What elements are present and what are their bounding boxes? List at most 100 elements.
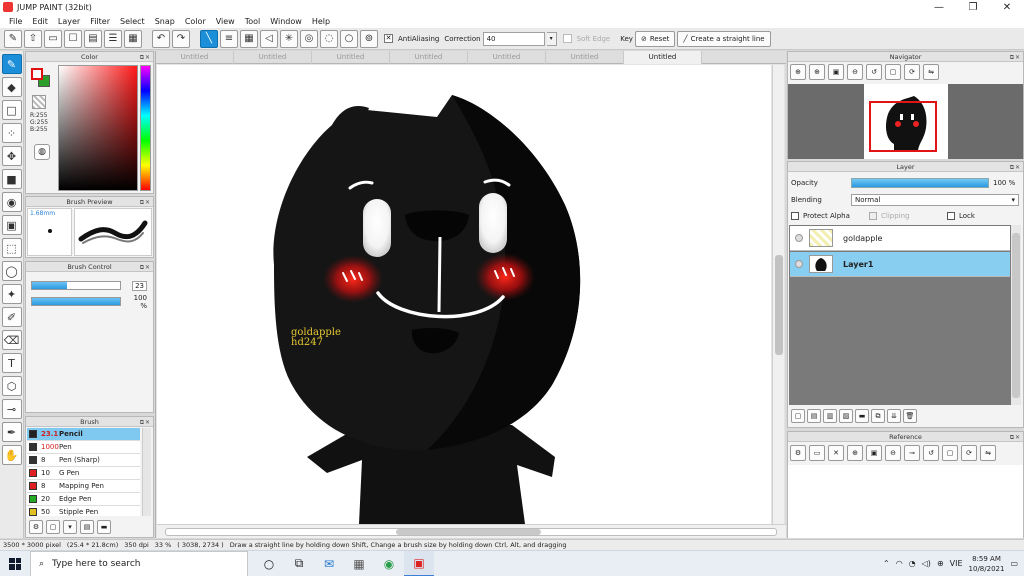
tab-untitled-5[interactable]: Untitled	[468, 51, 546, 64]
antialiasing-checkbox[interactable]: ✕	[384, 34, 393, 43]
reference-flip-icon[interactable]: ⇋	[980, 445, 996, 461]
language-indicator[interactable]: VIE	[950, 559, 963, 568]
menu-select[interactable]: Select	[115, 17, 150, 26]
tab-untitled-2[interactable]: Untitled	[234, 51, 312, 64]
select-pen-tool-icon[interactable]: ✐	[1, 307, 22, 327]
parallel-snap-icon[interactable]: ≡	[220, 29, 238, 48]
tab-untitled-4[interactable]: Untitled	[390, 51, 468, 64]
message-icon[interactable]: ☐	[64, 29, 82, 48]
chrome-icon[interactable]: ◉	[374, 551, 404, 576]
new-brush-icon[interactable]: ▢	[46, 520, 60, 534]
reset-button[interactable]: ⊘ Reset	[634, 30, 676, 47]
brush-list-scrollbar[interactable]	[142, 428, 151, 516]
palette-icon[interactable]: ◍	[34, 144, 50, 160]
brush-item[interactable]: 1000 Pen	[27, 441, 140, 454]
menu-snap[interactable]: Snap	[150, 17, 180, 26]
close-reference-icon[interactable]: ✕	[828, 445, 844, 461]
grid-snap-icon[interactable]: ▦	[240, 29, 258, 48]
chevron-down-icon[interactable]: ▾	[546, 31, 557, 46]
undo-icon[interactable]: ↶	[152, 29, 170, 48]
eraser-tool-icon[interactable]: ◆	[1, 77, 22, 97]
visibility-icon[interactable]	[795, 260, 803, 268]
protect-alpha-checkbox[interactable]	[791, 212, 799, 220]
flip-icon[interactable]: ⇋	[923, 64, 939, 80]
fit-view-icon[interactable]: ▣	[828, 64, 844, 80]
copy-brush-icon[interactable]: ▤	[80, 520, 94, 534]
ime-icon[interactable]: ⊕	[937, 559, 944, 568]
merge-layer-icon[interactable]: ⇊	[887, 409, 901, 423]
menu-layer[interactable]: Layer	[53, 17, 85, 26]
brush-size-slider[interactable]	[31, 281, 121, 290]
brush-folder-icon[interactable]: ▬	[97, 520, 111, 534]
brush-item[interactable]: 8 Mapping Pen	[27, 480, 140, 493]
menu-file[interactable]: File	[4, 17, 27, 26]
select-rect-tool-icon[interactable]: ⬚	[1, 238, 22, 258]
menu-view[interactable]: View	[211, 17, 240, 26]
open-file-icon[interactable]: ⇧	[24, 29, 42, 48]
transparent-swatch[interactable]	[32, 95, 46, 109]
document-icon[interactable]: ▤	[84, 29, 102, 48]
panel-controls-icon[interactable]: ⧉✕	[1010, 53, 1021, 63]
saturation-value-picker[interactable]	[58, 65, 138, 191]
horizontal-scroll-thumb[interactable]	[396, 529, 541, 535]
new-layer-icon[interactable]: ▢	[791, 409, 805, 423]
brush-menu-icon[interactable]: ▾	[63, 520, 77, 534]
create-straight-line-button[interactable]: ╱ Create a straight line	[677, 30, 771, 47]
layer-item-selected[interactable]: Layer1	[790, 252, 1010, 277]
panel-controls-icon[interactable]: ⧉✕	[140, 53, 151, 63]
reference-view[interactable]	[788, 465, 1023, 538]
circle-snap-icon[interactable]: ○	[340, 29, 358, 48]
divide-tool-icon[interactable]: ⬡	[1, 376, 22, 396]
delete-layer-icon[interactable]: 🗑	[903, 409, 917, 423]
curve-snap-icon[interactable]: ◌	[320, 29, 338, 48]
network-icon[interactable]: ◠	[896, 559, 903, 568]
menu-color[interactable]: Color	[180, 17, 211, 26]
panel-controls-icon[interactable]: ⧉✕	[1010, 433, 1021, 443]
rotate-left-icon[interactable]: ↺	[866, 64, 882, 80]
duplicate-layer-icon[interactable]: ⧉	[871, 409, 885, 423]
wifi-icon[interactable]: ◔	[909, 559, 916, 568]
snap-off-icon[interactable]: ╲	[200, 29, 218, 48]
canvas-vertical-scrollbar[interactable]	[772, 65, 784, 524]
layer-list-scrollbar[interactable]	[1011, 225, 1021, 405]
drawing-canvas[interactable]: goldapple hd247	[157, 65, 771, 524]
brush-item[interactable]: 23.1 Pencil	[27, 428, 140, 441]
reference-rotate-icon[interactable]: ↺	[923, 445, 939, 461]
reference-actual-size-icon[interactable]: ▢	[942, 445, 958, 461]
taskbar-search[interactable]: ⌕ Type here to search	[30, 550, 248, 576]
tab-untitled-3[interactable]: Untitled	[312, 51, 390, 64]
volume-icon[interactable]: ◁)	[922, 559, 931, 568]
reference-zoom-out-icon[interactable]: ⊖	[885, 445, 901, 461]
comment-icon[interactable]: ▭	[44, 29, 62, 48]
move-tool-icon[interactable]: ✥	[1, 146, 22, 166]
panel-controls-icon[interactable]: ⧉✕	[140, 263, 151, 273]
reference-settings-icon[interactable]: ⚙	[790, 445, 806, 461]
soft-edge-checkbox[interactable]	[562, 34, 572, 43]
layer-opacity-slider[interactable]	[851, 178, 989, 188]
store-icon[interactable]: ▦	[344, 551, 374, 576]
tab-untitled-1[interactable]: Untitled	[156, 51, 234, 64]
maximize-button[interactable]: ❐	[956, 2, 990, 13]
visibility-icon[interactable]	[795, 234, 803, 242]
layer-scroll-thumb[interactable]	[1012, 233, 1020, 398]
navigator-view[interactable]	[788, 84, 1023, 159]
brush-tool-icon[interactable]: ✎	[1, 54, 22, 74]
hue-slider[interactable]	[140, 65, 151, 191]
task-view-icon[interactable]: ⧉	[284, 551, 314, 576]
settings-snap-icon[interactable]: ⊚	[360, 29, 378, 48]
reference-reset-icon[interactable]: ⟳	[961, 445, 977, 461]
list-icon[interactable]: ☰	[104, 29, 122, 48]
zoom-out-icon[interactable]: ⊖	[847, 64, 863, 80]
brush-settings-icon[interactable]: ⚙	[29, 520, 43, 534]
navigator-viewport-rect[interactable]	[869, 101, 937, 152]
canvas-horizontal-scrollbar[interactable]	[157, 524, 786, 538]
notification-icon[interactable]: ▭	[1010, 559, 1018, 568]
reference-fit-icon[interactable]: ▣	[866, 445, 882, 461]
vertical-scroll-thumb[interactable]	[775, 255, 783, 355]
brush-opacity-slider[interactable]	[31, 297, 121, 306]
layout-icon[interactable]: ▦	[124, 29, 142, 48]
new-canvas-icon[interactable]: ✎	[4, 29, 22, 48]
close-button[interactable]: ✕	[990, 2, 1024, 13]
dot-tool-icon[interactable]: ⁘	[1, 123, 22, 143]
zoom-in-icon[interactable]: ⊕	[790, 64, 806, 80]
